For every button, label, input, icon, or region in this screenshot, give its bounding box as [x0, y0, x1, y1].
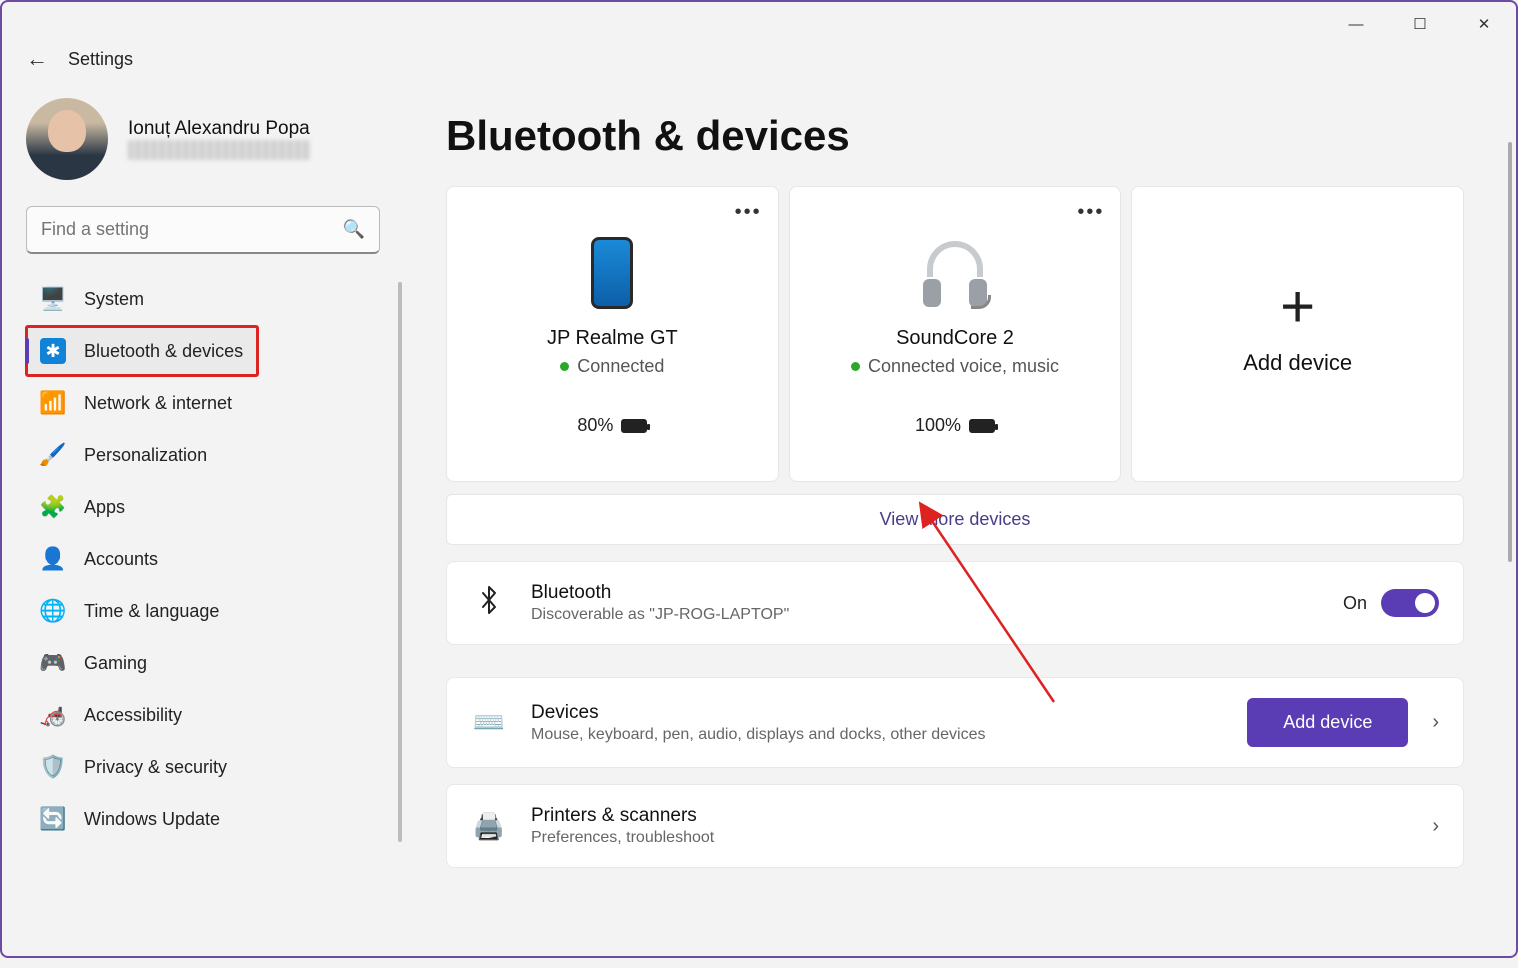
avatar: [26, 98, 108, 180]
sidebar-item-network[interactable]: 📶 Network & internet: [26, 378, 392, 428]
accessibility-icon: 🦽: [40, 702, 66, 728]
sidebar-item-label: Personalization: [84, 445, 207, 466]
wifi-icon: 📶: [40, 390, 66, 416]
toggle-state-label: On: [1343, 593, 1367, 614]
sidebar-item-label: Accounts: [84, 549, 158, 570]
view-more-devices-link[interactable]: View more devices: [446, 494, 1464, 545]
bluetooth-icon: [471, 585, 507, 622]
page-title: Bluetooth & devices: [446, 112, 1464, 160]
apps-icon: 🧩: [40, 494, 66, 520]
search-box[interactable]: 🔍: [26, 206, 380, 254]
sidebar-item-bluetooth[interactable]: ✱ Bluetooth & devices: [26, 326, 258, 376]
sidebar-item-label: Gaming: [84, 653, 147, 674]
printers-row[interactable]: 🖨️ Printers & scanners Preferences, trou…: [446, 784, 1464, 868]
search-icon: 🔍: [343, 219, 365, 240]
bluetooth-toggle-row[interactable]: Bluetooth Discoverable as "JP-ROG-LAPTOP…: [446, 561, 1464, 645]
status-dot-icon: [851, 362, 860, 371]
display-icon: 🖥️: [40, 286, 66, 312]
device-name: JP Realme GT: [547, 327, 678, 350]
close-button[interactable]: ✕: [1466, 10, 1502, 38]
sidebar-item-label: System: [84, 289, 144, 310]
profile-email: [128, 140, 310, 160]
profile-name: Ionuț Alexandru Popa: [128, 118, 310, 140]
devices-icon: ⌨️: [471, 707, 507, 738]
row-subtitle: Discoverable as "JP-ROG-LAPTOP": [531, 606, 1319, 624]
search-input[interactable]: [41, 219, 343, 240]
sidebar-item-label: Privacy & security: [84, 757, 227, 778]
more-icon[interactable]: •••: [1077, 201, 1104, 224]
sidebar-scrollbar[interactable]: [398, 282, 402, 842]
sidebar-item-personalization[interactable]: 🖌️ Personalization: [26, 430, 392, 480]
device-card-phone[interactable]: ••• JP Realme GT Connected 80%: [446, 186, 779, 482]
person-icon: 👤: [40, 546, 66, 572]
shield-icon: 🛡️: [40, 754, 66, 780]
chevron-right-icon: ›: [1432, 815, 1439, 838]
bluetooth-icon: ✱: [40, 338, 66, 364]
minimize-button[interactable]: —: [1338, 10, 1374, 38]
clock-globe-icon: 🌐: [40, 598, 66, 624]
device-battery: 80%: [577, 415, 647, 436]
sidebar-item-label: Network & internet: [84, 393, 232, 414]
device-status: Connected: [560, 356, 664, 377]
paintbrush-icon: 🖌️: [40, 442, 66, 468]
device-battery: 100%: [915, 415, 995, 436]
sidebar-item-privacy[interactable]: 🛡️ Privacy & security: [26, 742, 392, 792]
sidebar-item-label: Apps: [84, 497, 125, 518]
row-title: Bluetooth: [531, 582, 1319, 604]
device-name: SoundCore 2: [896, 327, 1014, 350]
update-icon: 🔄: [40, 806, 66, 832]
status-dot-icon: [560, 362, 569, 371]
profile-block[interactable]: Ionuț Alexandru Popa: [26, 90, 392, 198]
battery-icon: [969, 419, 995, 433]
sidebar-item-update[interactable]: 🔄 Windows Update: [26, 794, 392, 844]
sidebar-item-label: Time & language: [84, 601, 219, 622]
sidebar-item-label: Accessibility: [84, 705, 182, 726]
printer-icon: 🖨️: [471, 811, 507, 842]
device-card-headset[interactable]: ••• SoundCore 2 Connected voice, music 1…: [789, 186, 1122, 482]
sidebar-item-time[interactable]: 🌐 Time & language: [26, 586, 392, 636]
sidebar: Ionuț Alexandru Popa 🔍 🖥️ System ✱ Bluet…: [2, 82, 402, 968]
sidebar-item-label: Windows Update: [84, 809, 220, 830]
gamepad-icon: 🎮: [40, 650, 66, 676]
device-status: Connected voice, music: [851, 356, 1059, 377]
battery-icon: [621, 419, 647, 433]
content-area: Bluetooth & devices ••• JP Realme GT Con…: [402, 82, 1516, 968]
chevron-right-icon: ›: [1432, 711, 1439, 734]
sidebar-item-apps[interactable]: 🧩 Apps: [26, 482, 392, 532]
more-icon[interactable]: •••: [735, 201, 762, 224]
sidebar-item-system[interactable]: 🖥️ System: [26, 274, 392, 324]
bluetooth-toggle[interactable]: [1381, 589, 1439, 617]
sidebar-item-accessibility[interactable]: 🦽 Accessibility: [26, 690, 392, 740]
maximize-button[interactable]: ☐: [1402, 10, 1438, 38]
row-title: Printers & scanners: [531, 805, 1408, 827]
back-button[interactable]: ←: [26, 46, 48, 72]
plus-icon: +: [1280, 292, 1315, 322]
devices-row[interactable]: ⌨️ Devices Mouse, keyboard, pen, audio, …: [446, 677, 1464, 768]
content-scrollbar[interactable]: [1508, 142, 1512, 562]
add-device-button[interactable]: Add device: [1247, 698, 1408, 747]
sidebar-item-accounts[interactable]: 👤 Accounts: [26, 534, 392, 584]
header: ← Settings: [2, 46, 1516, 82]
row-subtitle: Mouse, keyboard, pen, audio, displays an…: [531, 726, 1223, 744]
app-title: Settings: [68, 49, 133, 70]
headset-icon: [919, 237, 991, 309]
window-controls: — ☐ ✕: [2, 2, 1516, 46]
sidebar-item-label: Bluetooth & devices: [84, 341, 243, 362]
phone-icon: [591, 237, 633, 309]
add-device-card[interactable]: + Add device: [1131, 186, 1464, 482]
row-subtitle: Preferences, troubleshoot: [531, 829, 1408, 847]
sidebar-item-gaming[interactable]: 🎮 Gaming: [26, 638, 392, 688]
row-title: Devices: [531, 702, 1223, 724]
add-device-label: Add device: [1243, 350, 1352, 376]
